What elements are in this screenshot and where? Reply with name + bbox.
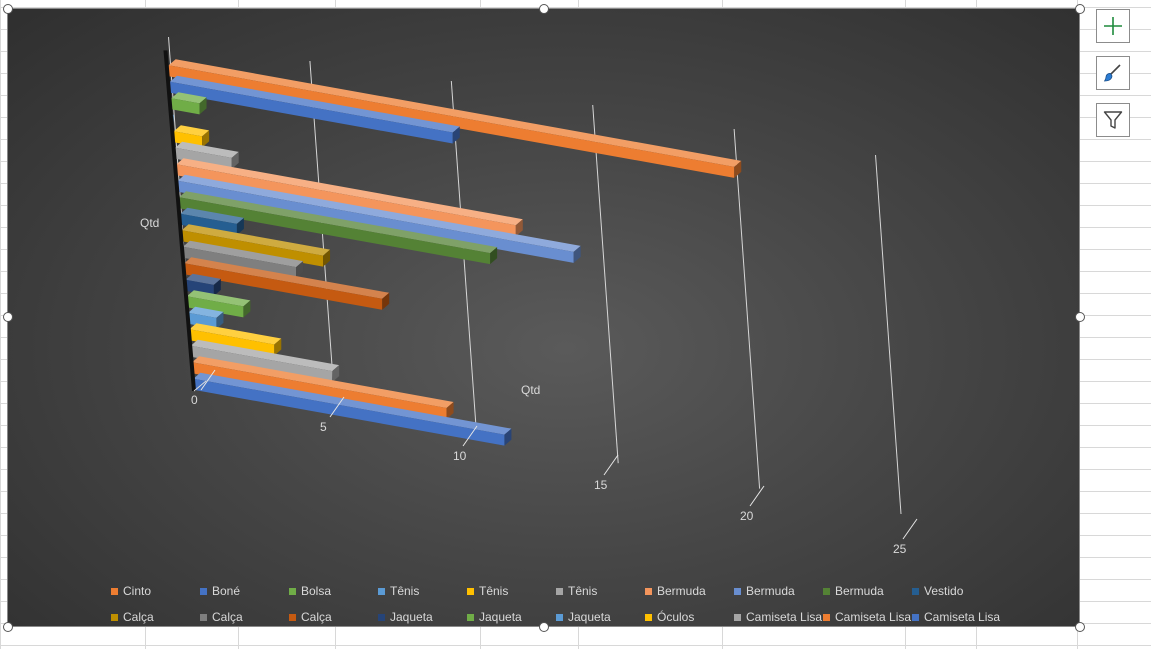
resize-handle-right[interactable]: [1075, 312, 1085, 322]
legend-swatch: [467, 613, 474, 621]
legend-label: Bermuda: [746, 584, 795, 598]
bar[interactable]: [168, 59, 742, 178]
tick-connector: [603, 454, 619, 476]
resize-handle-top-left[interactable]: [3, 4, 13, 14]
legend-item[interactable]: Camiseta Lisa: [734, 609, 822, 625]
legend-item[interactable]: Calça: [111, 609, 154, 625]
x-tick-label: 15: [594, 478, 608, 492]
gridline: [875, 154, 902, 515]
resize-handle-bottom[interactable]: [539, 622, 549, 632]
x-tick-label: 25: [893, 542, 907, 556]
legend-swatch: [823, 587, 830, 595]
legend-item[interactable]: Vestido: [912, 583, 963, 599]
legend-item[interactable]: Cinto: [111, 583, 151, 599]
resize-handle-top-right[interactable]: [1075, 4, 1085, 14]
legend-item[interactable]: Jaqueta: [556, 609, 611, 625]
legend-item[interactable]: Calça: [289, 609, 332, 625]
legend-label: Calça: [123, 610, 154, 624]
legend-item[interactable]: Tênis: [556, 583, 597, 599]
legend-label: Bermuda: [835, 584, 884, 598]
legend-swatch: [200, 613, 207, 621]
legend-swatch: [378, 613, 385, 621]
legend-swatch: [912, 587, 919, 595]
legend-item[interactable]: Jaqueta: [378, 609, 433, 625]
legend-swatch: [556, 587, 563, 595]
legend-swatch: [111, 613, 118, 621]
legend-item[interactable]: Bermuda: [823, 583, 884, 599]
legend-item[interactable]: Bermuda: [734, 583, 795, 599]
resize-handle-bottom-left[interactable]: [3, 622, 13, 632]
depth-axis-label: Qtd: [140, 216, 159, 230]
legend-item[interactable]: Tênis: [467, 583, 508, 599]
funnel-icon: [1103, 111, 1123, 129]
legend-item[interactable]: Bermuda: [645, 583, 706, 599]
legend-label: Vestido: [924, 584, 964, 598]
legend-label: Calça: [212, 610, 243, 624]
legend-swatch: [289, 613, 296, 621]
chart-styles-button[interactable]: [1096, 56, 1130, 90]
legend-swatch: [823, 613, 830, 621]
legend-label: Óculos: [657, 610, 695, 624]
legend-label: Calça: [301, 610, 332, 624]
legend-label: Tênis: [390, 584, 420, 598]
value-axis-label: Qtd: [521, 383, 540, 397]
legend-label: Tênis: [479, 584, 509, 598]
x-tick-label: 10: [453, 449, 467, 463]
legend-label: Bermuda: [657, 584, 706, 598]
legend-label: Camiseta Lisa: [924, 610, 1001, 624]
legend-label: Jaqueta: [479, 610, 522, 624]
legend-item[interactable]: Camiseta Lisa: [912, 609, 1000, 625]
gridline: [733, 128, 761, 489]
x-tick-label: 0: [191, 393, 198, 407]
legend-item[interactable]: Calça: [200, 609, 243, 625]
legend-label: Jaqueta: [568, 610, 611, 624]
gridline: [592, 104, 619, 464]
chart-filters-button[interactable]: [1096, 103, 1130, 137]
legend-label: Bolsa: [301, 584, 332, 598]
legend-swatch: [111, 587, 118, 595]
resize-handle-left[interactable]: [3, 312, 13, 322]
legend-swatch: [556, 613, 563, 621]
legend-swatch: [912, 613, 919, 621]
legend-label: Boné: [212, 584, 241, 598]
legend-item[interactable]: Jaqueta: [467, 609, 522, 625]
legend-item[interactable]: Boné: [200, 583, 240, 599]
legend-label: Jaqueta: [390, 610, 433, 624]
tick-connector: [749, 485, 765, 507]
legend-item[interactable]: Tênis: [378, 583, 419, 599]
legend-item[interactable]: Bolsa: [289, 583, 331, 599]
plus-icon: [1104, 17, 1122, 35]
chart-area[interactable]: 0 5 10 15 20 25 Qtd Qtd Cinto Boné Bolsa Tênis Têni…: [7, 8, 1080, 627]
chart-elements-button[interactable]: [1096, 9, 1130, 43]
x-tick-label: 20: [740, 509, 754, 523]
legend-label: Camiseta Lisa: [835, 610, 912, 624]
legend-swatch: [645, 587, 652, 595]
legend-item[interactable]: Camiseta Lisa: [823, 609, 911, 625]
legend-swatch: [645, 613, 652, 621]
legend-label: Cinto: [123, 584, 152, 598]
legend-swatch: [289, 587, 296, 595]
legend-swatch: [467, 587, 474, 595]
legend-swatch: [378, 587, 385, 595]
legend-swatch: [200, 587, 207, 595]
legend-swatch: [734, 613, 741, 621]
legend-swatch: [734, 587, 741, 595]
legend-label: Tênis: [568, 584, 598, 598]
bar-chart-3d: 0 5 10 15 20 25 Qtd Qtd: [140, 36, 918, 556]
paintbrush-icon: [1103, 64, 1121, 82]
chart-legend[interactable]: Cinto Boné Bolsa Tênis Tênis Tênis Bermuda Berm…: [111, 583, 1011, 629]
legend-item[interactable]: Óculos: [645, 609, 694, 625]
tick-connector: [902, 518, 918, 540]
resize-handle-top[interactable]: [539, 4, 549, 14]
legend-label: Camiseta Lisa: [746, 610, 823, 624]
x-tick-label: 5: [320, 420, 327, 434]
resize-handle-bottom-right[interactable]: [1075, 622, 1085, 632]
bar[interactable]: [193, 372, 512, 446]
